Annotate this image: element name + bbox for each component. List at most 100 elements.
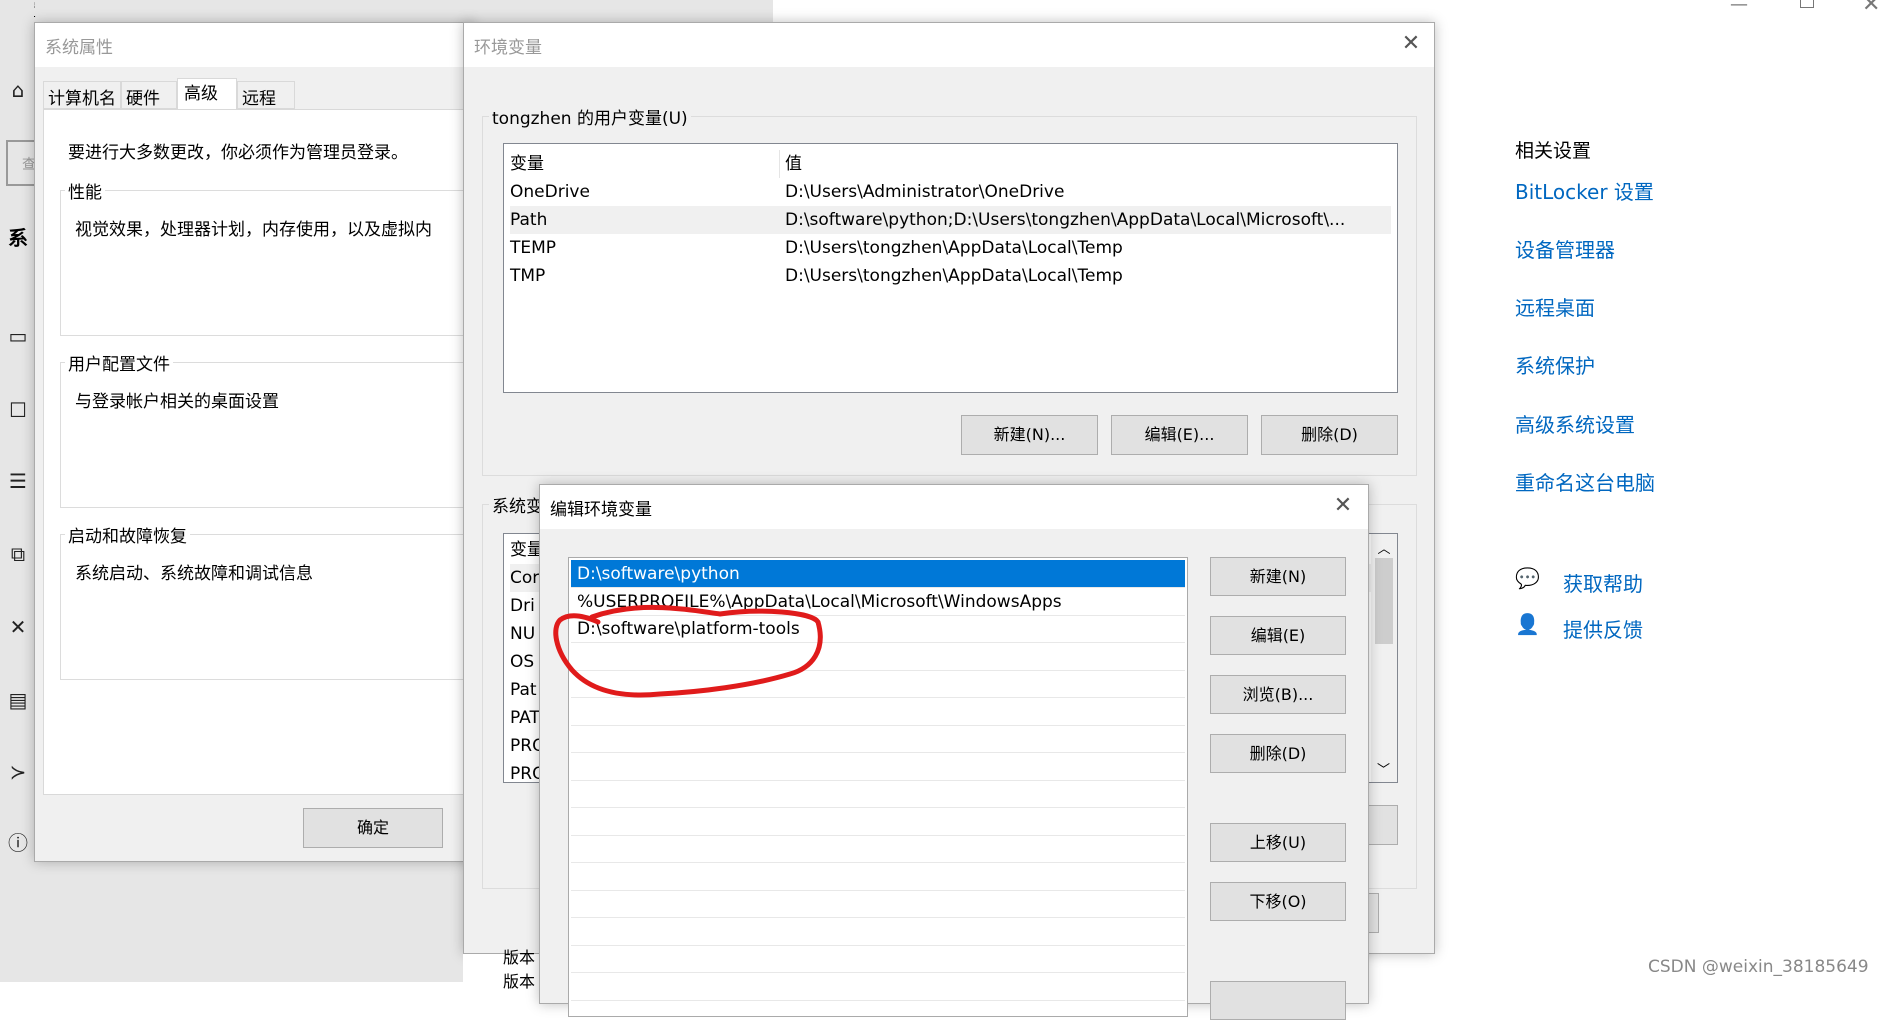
scroll-up-icon[interactable]: ︿ bbox=[1371, 538, 1397, 557]
project-icon[interactable]: ⧉ bbox=[6, 542, 30, 566]
help-icon: 💬 bbox=[1515, 566, 1540, 590]
scroll-down-icon[interactable]: ﹀ bbox=[1377, 759, 1390, 778]
link-bitlocker[interactable]: BitLocker 设置 bbox=[1515, 176, 1654, 205]
table-row[interactable]: OneDrive D:\Users\Administrator\OneDrive bbox=[510, 178, 1391, 206]
list-item-empty[interactable] bbox=[571, 835, 1185, 863]
close-icon[interactable]: ✕ bbox=[1862, 0, 1880, 17]
list-item[interactable]: D:\software\platform-tools bbox=[571, 615, 1185, 643]
var-value: D:\software\python;D:\Users\tongzhen\App… bbox=[785, 210, 1346, 230]
scrollbar-thumb[interactable] bbox=[1375, 558, 1393, 644]
list-item-empty[interactable] bbox=[571, 698, 1185, 726]
table-row[interactable]: TEMP D:\Users\tongzhen\AppData\Local\Temp bbox=[510, 234, 1391, 262]
list-item-empty[interactable] bbox=[571, 973, 1185, 1001]
home-icon[interactable]: ⌂ bbox=[6, 78, 30, 102]
move-up-button[interactable]: 上移(U) bbox=[1210, 823, 1346, 862]
system-variables-label: 系统变 bbox=[489, 492, 546, 517]
edit-text-button[interactable] bbox=[1210, 981, 1346, 1020]
shared-experience-icon[interactable]: ✕ bbox=[6, 615, 30, 639]
dialog-title: 环境变量 bbox=[474, 38, 542, 58]
path-entries-list[interactable]: D:\software\python %USERPROFILE%\AppData… bbox=[568, 557, 1188, 1017]
touch-icon[interactable]: ☐ bbox=[6, 398, 30, 422]
group-desc: 系统启动、系统故障和调试信息 bbox=[75, 564, 313, 584]
list-item-empty[interactable] bbox=[571, 808, 1185, 836]
group-label: 启动和故障恢复 bbox=[65, 522, 190, 547]
group-startup-recovery: 启动和故障恢复 系统启动、系统故障和调试信息 bbox=[60, 522, 500, 680]
list-item-empty[interactable] bbox=[571, 945, 1185, 973]
var-value: D:\Users\Administrator\OneDrive bbox=[785, 182, 1065, 202]
tab-hardware[interactable]: 硬件 bbox=[121, 81, 177, 109]
table-row[interactable]: TMP D:\Users\tongzhen\AppData\Local\Temp bbox=[510, 262, 1391, 290]
edit-button[interactable]: 编辑(E) bbox=[1210, 616, 1346, 655]
user-variables-group: tongzhen 的用户变量(U) 变量 值 OneDrive D:\Users\… bbox=[482, 104, 1417, 476]
feedback-icon: 👤 bbox=[1515, 612, 1540, 636]
dialog-title: 编辑环境变量 bbox=[550, 500, 652, 520]
column-header-variable[interactable]: 变量 bbox=[510, 150, 544, 178]
clipboard-icon[interactable]: ▤ bbox=[6, 688, 30, 712]
list-item-empty[interactable] bbox=[571, 918, 1185, 946]
new-button[interactable]: 新建(N) bbox=[1210, 557, 1346, 596]
scrollbar[interactable]: ︿ ﹀ bbox=[1371, 534, 1397, 782]
dialog-title: 系统属性 bbox=[45, 38, 113, 58]
display-icon[interactable]: ▭ bbox=[6, 324, 30, 348]
minimize-icon[interactable]: — bbox=[1730, 0, 1748, 15]
column-header-value[interactable]: 值 bbox=[779, 150, 802, 178]
link-device-manager[interactable]: 设备管理器 bbox=[1515, 234, 1615, 263]
tab-remote[interactable]: 远程 bbox=[237, 81, 295, 109]
link-advanced-system[interactable]: 高级系统设置 bbox=[1515, 409, 1635, 438]
move-down-button[interactable]: 下移(O) bbox=[1210, 882, 1346, 921]
list-item[interactable]: %USERPROFILE%\AppData\Local\Microsoft\Wi… bbox=[571, 588, 1185, 616]
partial-text: 版本 bbox=[503, 972, 536, 991]
user-edit-button[interactable]: 编辑(E)... bbox=[1111, 415, 1248, 455]
browse-button[interactable]: 浏览(B)... bbox=[1210, 675, 1346, 714]
list-item-empty[interactable] bbox=[571, 670, 1185, 698]
user-variables-table[interactable]: 变量 值 OneDrive D:\Users\Administrator\OneD… bbox=[503, 143, 1398, 393]
link-feedback[interactable]: 提供反馈 bbox=[1563, 614, 1643, 643]
list-item-empty[interactable] bbox=[571, 863, 1185, 891]
close-icon[interactable]: ✕ bbox=[1398, 31, 1424, 57]
group-desc: 与登录帐户相关的桌面设置 bbox=[75, 392, 279, 412]
var-name: TMP bbox=[510, 266, 546, 286]
table-row-selected[interactable]: Path D:\software\python;D:\Users\tongzhen… bbox=[510, 206, 1391, 234]
table-header: 变量 值 bbox=[510, 150, 1391, 178]
watermark: CSDN @weixin_38185649 bbox=[1648, 957, 1869, 977]
user-delete-button[interactable]: 删除(D) bbox=[1261, 415, 1398, 455]
search-box[interactable]: 查 bbox=[6, 140, 36, 186]
list-item-empty[interactable] bbox=[571, 725, 1185, 753]
var-name: Path bbox=[510, 210, 548, 230]
related-settings-heading: 相关设置 bbox=[1515, 140, 1592, 162]
partial-text: 版本 bbox=[503, 948, 536, 967]
list-item-empty[interactable] bbox=[571, 643, 1185, 671]
delete-button[interactable]: 删除(D) bbox=[1210, 734, 1346, 773]
restore-icon[interactable] bbox=[1800, 0, 1814, 8]
info-icon[interactable]: ⓘ bbox=[6, 831, 30, 855]
multitask-icon[interactable]: ☰ bbox=[6, 469, 30, 493]
list-item-selected[interactable]: D:\software\python bbox=[571, 560, 1185, 588]
list-item-empty[interactable] bbox=[571, 890, 1185, 918]
list-item-empty[interactable] bbox=[571, 780, 1185, 808]
edit-environment-variable-dialog: 编辑环境变量 ✕ D:\software\python %USERPROFILE… bbox=[539, 484, 1369, 1020]
user-new-button[interactable]: 新建(N)... bbox=[961, 415, 1098, 455]
settings-background bbox=[0, 862, 463, 982]
group-label: 用户配置文件 bbox=[65, 350, 173, 375]
tab-advanced[interactable]: 高级 bbox=[177, 78, 237, 109]
link-get-help[interactable]: 获取帮助 bbox=[1563, 568, 1643, 597]
tab-computer-name[interactable]: 计算机名 bbox=[43, 81, 121, 109]
settings-titlebar bbox=[0, 0, 773, 22]
remote-icon[interactable]: ≻ bbox=[6, 760, 30, 784]
link-rename-pc[interactable]: 重命名这台电脑 bbox=[1515, 467, 1655, 496]
group-performance: 性能 视觉效果，处理器计划，内存使用，以及虚拟内 bbox=[60, 178, 500, 336]
list-item-empty[interactable] bbox=[571, 753, 1185, 781]
group-label: 性能 bbox=[65, 178, 105, 203]
nav-section-label: 系 bbox=[8, 226, 28, 250]
var-value: D:\Users\tongzhen\AppData\Local\Temp bbox=[785, 266, 1123, 286]
ok-button[interactable]: 确定 bbox=[303, 808, 443, 848]
var-value: D:\Users\tongzhen\AppData\Local\Temp bbox=[785, 238, 1123, 258]
link-remote-desktop[interactable]: 远程桌面 bbox=[1515, 292, 1595, 321]
close-icon[interactable]: ✕ bbox=[1330, 493, 1356, 519]
link-system-protection[interactable]: 系统保护 bbox=[1515, 350, 1595, 379]
group-user-profiles: 用户配置文件 与登录帐户相关的桌面设置 bbox=[60, 350, 500, 508]
group-desc: 视觉效果，处理器计划，内存使用，以及虚拟内 bbox=[75, 220, 432, 240]
system-properties-dialog: 系统属性 计算机名 硬件 高级 远程 要进行大多数更改，你必须作为管理员登录。 … bbox=[34, 22, 500, 862]
tab-bar: 计算机名 硬件 高级 远程 bbox=[43, 78, 295, 109]
admin-note: 要进行大多数更改，你必须作为管理员登录。 bbox=[68, 143, 408, 163]
